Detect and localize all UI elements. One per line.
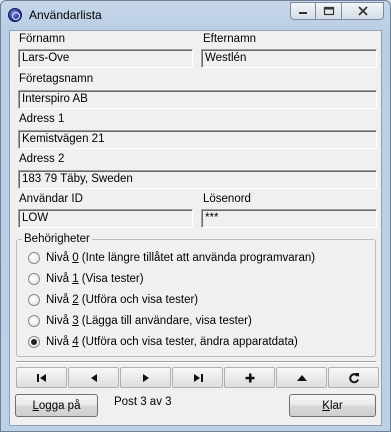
radio-level-3[interactable] (28, 315, 40, 327)
form-area: Förnamn Lars-Ove Efternamn Westlén Föret… (9, 30, 382, 426)
last-name-label: Efternamn (203, 33, 257, 45)
company-label: Företagsnamn (19, 73, 94, 85)
add-record-icon (245, 373, 254, 382)
maximize-icon (323, 6, 334, 16)
app-icon (8, 8, 22, 22)
permission-level-4[interactable]: Nivå 4 (Utföra och visa tester, ändra ap… (28, 334, 298, 350)
add-record-button[interactable] (224, 367, 275, 388)
password-field[interactable]: *** (201, 209, 377, 228)
window-title: Användarlista (29, 8, 102, 22)
close-button-label: lar (329, 399, 343, 412)
edit-up-icon (296, 374, 307, 381)
level-2-label: Nivå 2 (Utföra och visa tester) (46, 294, 199, 306)
next-record-icon (142, 373, 149, 382)
address2-label: Adress 2 (19, 153, 65, 165)
login-button-label: ogga på (38, 399, 81, 412)
permission-level-0[interactable]: Nivå 0 (Inte längre tillåtet att använda… (28, 250, 315, 266)
login-button[interactable]: Logga på (15, 394, 98, 417)
address2-field[interactable]: 183 79 Täby, Sweden (18, 170, 377, 189)
last-name-field[interactable]: Westlén (201, 49, 377, 68)
user-list-window: Användarlista Förnamn Lars-Ove Efternamn… (0, 0, 391, 432)
level-0-label: Nivå 0 (Inte längre tillåtet att använda… (46, 252, 316, 264)
password-label: Lösenord (203, 193, 251, 205)
close-window-button[interactable] (342, 2, 384, 20)
close-button-mnemonic: K (322, 399, 330, 412)
close-icon (357, 6, 368, 16)
address1-field[interactable]: Kemistvägen 21 (18, 130, 377, 149)
company-field[interactable]: Interspiro AB (18, 90, 377, 109)
refresh-button[interactable] (328, 367, 379, 388)
refresh-icon (348, 372, 359, 383)
next-record-button[interactable] (120, 367, 171, 388)
permission-level-2[interactable]: Nivå 2 (Utföra och visa tester) (28, 292, 198, 308)
user-id-field[interactable]: LOW (18, 209, 193, 228)
permission-level-1[interactable]: Nivå 1 (Visa tester) (28, 271, 144, 287)
last-record-button[interactable] (172, 367, 223, 388)
radio-level-4[interactable] (28, 336, 40, 348)
radio-level-2[interactable] (28, 294, 40, 306)
previous-record-icon (90, 373, 97, 382)
maximize-button[interactable] (316, 2, 342, 20)
minimize-icon (299, 12, 307, 14)
level-3-label: Nivå 3 (Lägga till användare, visa teste… (46, 315, 252, 327)
address1-label: Adress 1 (19, 113, 65, 125)
user-id-label: Användar ID (19, 193, 83, 205)
window-controls (290, 2, 384, 21)
first-record-button[interactable] (16, 367, 67, 388)
radio-level-0[interactable] (28, 252, 40, 264)
edit-record-button[interactable] (276, 367, 327, 388)
minimize-button[interactable] (290, 2, 316, 20)
title-bar[interactable]: Användarlista (1, 1, 390, 29)
first-record-icon (36, 373, 46, 382)
first-name-field[interactable]: Lars-Ove (18, 49, 193, 68)
level-4-label: Nivå 4 (Utföra och visa tester, ändra ap… (46, 336, 298, 348)
permissions-title: Behörigheter (22, 233, 92, 245)
level-1-label: Nivå 1 (Visa tester) (46, 273, 144, 285)
record-navigation (16, 367, 380, 388)
previous-record-button[interactable] (68, 367, 119, 388)
first-name-label: Förnamn (19, 33, 66, 45)
permission-level-3[interactable]: Nivå 3 (Lägga till användare, visa teste… (28, 313, 252, 329)
separator (16, 361, 376, 363)
last-record-icon (193, 373, 203, 382)
record-status: Post 3 av 3 (114, 396, 172, 408)
radio-level-1[interactable] (28, 273, 40, 285)
close-button[interactable]: Klar (289, 394, 376, 417)
